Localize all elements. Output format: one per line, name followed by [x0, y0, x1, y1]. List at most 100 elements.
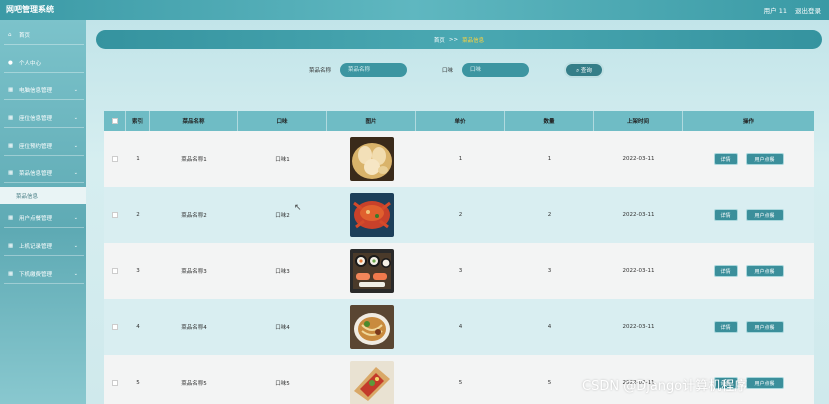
chevron-down-icon: ⌄ — [73, 169, 78, 176]
cell-index: 5 — [136, 380, 140, 386]
chevron-down-icon: ⌄ — [73, 214, 78, 221]
select-all-checkbox[interactable] — [111, 118, 118, 124]
cell-quantity: 4 — [547, 324, 552, 330]
grid-icon: ▦ — [8, 214, 14, 221]
mouse-cursor-icon: ↖ — [294, 203, 302, 213]
sidebar-item-label: 菜品信息管理 — [19, 170, 53, 177]
cell-index: 4 — [136, 324, 140, 330]
order-button[interactable]: 用户点餐 — [745, 377, 784, 389]
cell-quantity: 5 — [547, 380, 552, 386]
cell-quantity: 3 — [547, 268, 552, 274]
dish-name-label: 菜品名称 — [309, 68, 332, 74]
cell-name: 菜品名称3 — [181, 269, 207, 275]
sidebar-item-seats[interactable]: ▦ 座位信息管理 ⌄ — [4, 108, 84, 128]
dish-image-wrap[interactable] — [349, 361, 394, 404]
watermark: CSDN @Django计算机程序 — [582, 379, 748, 394]
cell-price: 5 — [458, 380, 463, 386]
sidebar-item-sessions[interactable]: ▦ 上机记录管理 ⌄ — [4, 236, 84, 256]
row-checkbox[interactable] — [112, 324, 118, 330]
chevron-down-icon: ⌄ — [73, 114, 78, 121]
cell-date: 2022-03-11 — [622, 156, 655, 162]
grid-icon: ▦ — [8, 142, 14, 149]
cell-index: 2 — [136, 212, 140, 218]
cell-name: 菜品名称4 — [181, 325, 207, 331]
sidebar-item-computers[interactable]: ▦ 电脑信息管理 ⌄ — [4, 80, 84, 100]
sidebar-subitem-dish-info[interactable]: 菜品信息 — [0, 187, 86, 204]
order-button[interactable]: 用户点餐 — [745, 265, 784, 277]
order-button[interactable]: 用户点餐 — [745, 153, 784, 165]
sidebar-item-label: 座位预约管理 — [19, 143, 53, 150]
cell-flavor: 口味4 — [275, 325, 290, 331]
breadcrumb-home[interactable]: 首页 — [434, 36, 445, 44]
sidebar-item-dishes[interactable]: ▦ 菜品信息管理 ⌄ — [4, 163, 84, 183]
sidebar-item-home[interactable]: ⌂ 首页 — [4, 25, 84, 45]
breadcrumb-separator: >> — [448, 36, 459, 43]
search-bar: 菜品名称 口味 ⌕ 查询 — [0, 62, 829, 78]
cell-price: 1 — [458, 156, 463, 162]
col-header-date: 上架时间 — [594, 111, 683, 131]
dish-table: 索引 菜品名称 口味 图片 单价 数量 上架时间 操作 1 菜品名称1 口味1 … — [104, 111, 814, 404]
grid-icon: ▦ — [8, 270, 14, 277]
dish-image-noodles[interactable] — [349, 305, 394, 349]
col-header-name: 菜品名称 — [150, 111, 238, 131]
detail-button[interactable]: 详情 — [713, 209, 738, 221]
dish-name-input[interactable] — [340, 63, 407, 77]
breadcrumb-current: 菜品信息 — [462, 37, 485, 44]
flavor-input[interactable] — [462, 63, 529, 77]
cell-name: 菜品名称1 — [181, 157, 207, 163]
cell-flavor: 口味3 — [275, 269, 290, 275]
col-header-index: 索引 — [126, 111, 150, 131]
cell-flavor: 口味1 — [275, 157, 290, 163]
col-header-quantity: 数量 — [505, 111, 594, 131]
table-row: 2 菜品名称2 口味2 2 2 2022-03-11 详情 用户点餐 — [104, 187, 814, 243]
search-button[interactable]: ⌕ 查询 — [564, 62, 604, 78]
row-checkbox[interactable] — [112, 156, 118, 162]
cell-name: 菜品名称5 — [181, 381, 207, 387]
cell-index: 3 — [136, 268, 140, 274]
chevron-down-icon: ⌄ — [73, 142, 78, 149]
sidebar-item-label: 用户点餐管理 — [19, 215, 53, 222]
cell-index: 1 — [136, 156, 140, 162]
sidebar-item-label: 座位信息管理 — [19, 115, 53, 122]
detail-button[interactable]: 详情 — [713, 153, 738, 165]
cell-quantity: 1 — [547, 156, 552, 162]
chevron-down-icon: ⌄ — [73, 86, 78, 93]
grid-icon: ▦ — [8, 114, 14, 121]
current-user: 用户 11 — [763, 7, 787, 15]
dish-image-dumplings[interactable] — [349, 137, 394, 181]
dish-image-sushi[interactable] — [349, 249, 394, 293]
sidebar-item-billing[interactable]: ▦ 下机缴费管理 ⌄ — [4, 264, 84, 284]
col-header-flavor: 口味 — [238, 111, 327, 131]
col-header-actions: 操作 — [742, 119, 754, 125]
row-checkbox[interactable] — [112, 268, 118, 274]
chevron-down-icon: ⌄ — [73, 270, 78, 277]
row-checkbox[interactable] — [112, 380, 118, 386]
grid-icon: ▦ — [8, 242, 14, 249]
grid-icon: ▦ — [8, 169, 14, 176]
col-header-price: 单价 — [416, 111, 505, 131]
sidebar-item-seat-booking[interactable]: ▦ 座位预约管理 ⌄ — [4, 136, 84, 156]
flavor-label: 口味 — [442, 68, 454, 74]
app-title: 网吧管理系统 — [6, 5, 54, 14]
cell-price: 3 — [458, 268, 463, 274]
sidebar-item-label: 下机缴费管理 — [19, 271, 53, 278]
cell-flavor: 口味5 — [275, 381, 290, 387]
cell-date: 2022-03-11 — [622, 268, 655, 274]
cell-name: 菜品名称2 — [181, 213, 207, 219]
table-row: 3 菜品名称3 口味3 3 3 2022-03-11 详情 用户点餐 — [104, 243, 814, 299]
grid-icon: ▦ — [8, 86, 14, 93]
col-header-image: 图片 — [327, 111, 416, 131]
detail-button[interactable]: 详情 — [713, 265, 738, 277]
chevron-down-icon: ⌄ — [73, 242, 78, 249]
sidebar-item-label: 首页 — [19, 32, 31, 39]
sidebar-item-label: 电脑信息管理 — [19, 87, 53, 94]
logout-link[interactable]: 退出登录 — [795, 5, 821, 15]
row-checkbox[interactable] — [112, 212, 118, 218]
detail-button[interactable]: 详情 — [713, 321, 738, 333]
sidebar-item-label: 上机记录管理 — [19, 243, 53, 250]
sidebar-item-orders[interactable]: ▦ 用户点餐管理 ⌄ — [4, 208, 84, 228]
dish-image-crab[interactable] — [349, 193, 394, 237]
order-button[interactable]: 用户点餐 — [745, 321, 784, 333]
order-button[interactable]: 用户点餐 — [745, 209, 784, 221]
table-header: 索引 菜品名称 口味 图片 单价 数量 上架时间 操作 — [104, 111, 814, 131]
